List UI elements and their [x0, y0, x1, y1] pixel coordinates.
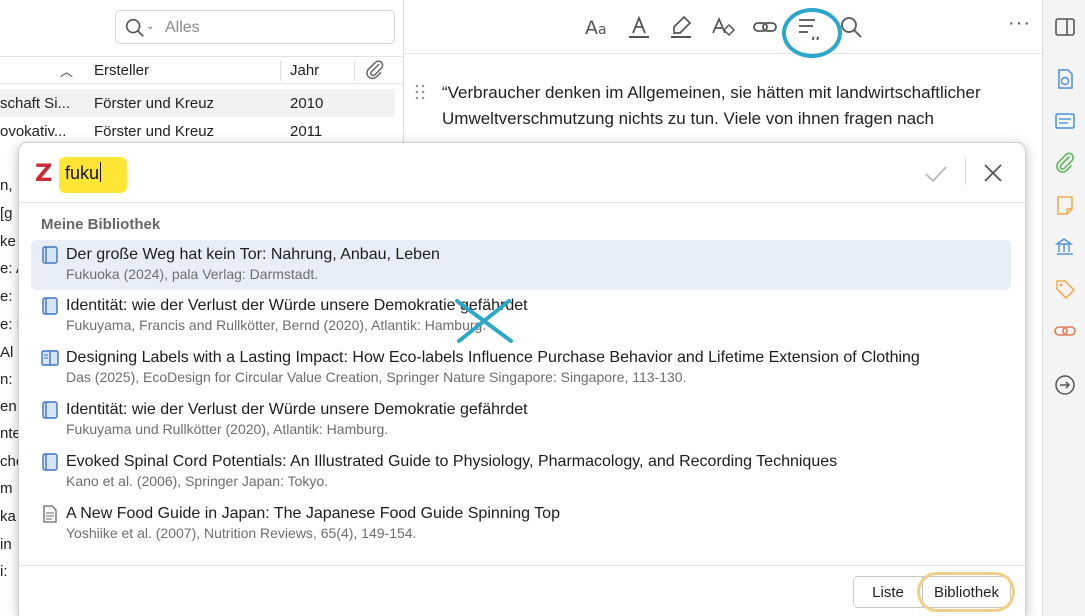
result-title: Designing Labels with a Lasting Impact: … [66, 349, 920, 366]
checkmark-icon[interactable] [923, 161, 949, 187]
svg-text:a: a [598, 22, 607, 38]
text-color-icon[interactable] [626, 14, 652, 40]
text-format-icon[interactable]: Aa [584, 14, 610, 40]
clear-format-icon[interactable] [710, 14, 736, 40]
result-item[interactable]: Designing Labels with a Lasting Impact: … [31, 343, 1011, 393]
result-item[interactable]: Der große Weg hat kein Tor: Nahrung, Anb… [31, 240, 1011, 290]
sort-ascending-icon[interactable]: ︿ [60, 61, 73, 80]
zotero-logo: Z [35, 159, 53, 187]
row-title-stub: Al [0, 344, 14, 361]
citation-dialog: Z fuku Meine Bibliothek Der große Weg ha… [18, 142, 1026, 616]
book-icon [42, 246, 58, 264]
result-item[interactable]: Identität: wie der Verlust der Würde uns… [31, 291, 1011, 341]
chevron-down-icon[interactable]: ⌄ [146, 21, 154, 32]
column-header: ︿ Ersteller Jahr [0, 56, 403, 84]
editor-toolbar: Aa ,, ··· [404, 0, 1042, 58]
more-options-icon[interactable]: ··· [1008, 13, 1031, 33]
row-title-stub: en [0, 398, 17, 415]
journal-article-icon [43, 505, 57, 523]
row-title-stub: n: [0, 371, 13, 388]
table-row[interactable]: schaft Si... Förster und Kreuz 2010 [0, 89, 395, 117]
paperclip-icon[interactable] [364, 59, 386, 81]
row-title-stub: i: [0, 563, 8, 580]
result-details: Yoshiike et al. (2007), Nutrition Review… [66, 525, 417, 541]
row-creator: Förster und Kreuz [94, 95, 215, 112]
result-details: Fukuoka (2024), pala Verlag: Darmstadt. [66, 266, 319, 282]
row-title-stub: ke [0, 233, 16, 250]
results-list: Meine Bibliothek Der große Weg hat kein … [19, 203, 1025, 565]
result-title: Identität: wie der Verlust der Würde uns… [66, 401, 528, 418]
row-creator: Förster und Kreuz [94, 123, 215, 140]
note-line: “Verbraucher denken im Allgemeinen, sie … [442, 83, 981, 102]
result-item[interactable]: Identität: wie der Verlust der Würde uns… [31, 395, 1011, 445]
search-placeholder: Alles [165, 19, 200, 36]
library-search[interactable]: ⌄ Alles [115, 10, 395, 44]
dialog-footer: Liste Bibliothek [19, 565, 1025, 616]
highlight-icon[interactable] [668, 14, 694, 40]
row-year: 2010 [290, 95, 324, 112]
locate-icon[interactable] [1054, 374, 1076, 396]
column-divider[interactable] [280, 61, 281, 81]
annotation-cross [455, 299, 513, 343]
dialog-header: Z fuku [19, 143, 1025, 203]
close-icon[interactable] [981, 161, 1005, 185]
result-title: Der große Weg hat kein Tor: Nahrung, Anb… [66, 246, 440, 263]
drag-handle-icon[interactable] [414, 84, 426, 100]
book-icon [42, 401, 58, 419]
table-row[interactable]: ovokativ... Förster und Kreuz 2011 [0, 117, 395, 145]
libraries-collections-icon[interactable] [1054, 236, 1076, 258]
result-title: A New Food Guide in Japan: The Japanese … [66, 505, 560, 522]
row-title: ovokativ... [0, 123, 67, 140]
row-title: schaft Si... [0, 95, 71, 112]
link-icon[interactable] [752, 14, 778, 40]
item-pane-sidebar [1042, 0, 1085, 616]
column-divider[interactable] [354, 61, 355, 81]
result-details: Fukuyama, Francis and Rullkötter, Bernd … [66, 317, 487, 333]
header-divider [965, 157, 966, 185]
note-line: Umweltverschmutzung nichts zu tun. Viele… [442, 109, 935, 128]
row-year: 2011 [290, 123, 323, 140]
result-item[interactable]: Evoked Spinal Cord Potentials: An Illust… [31, 447, 1011, 497]
row-title-stub: in [0, 536, 12, 553]
tags-icon[interactable] [1054, 278, 1076, 300]
citation-search-input[interactable]: fuku [65, 162, 101, 184]
annotation-circle [782, 8, 842, 58]
book-section-icon [41, 350, 59, 366]
notes-icon[interactable] [1054, 194, 1076, 216]
related-icon[interactable] [1054, 320, 1076, 342]
book-icon [42, 297, 58, 315]
result-details: Kano et al. (2006), Springer Japan: Toky… [66, 473, 329, 489]
library-mode-button[interactable]: Bibliothek [923, 576, 1011, 608]
book-icon [42, 453, 58, 471]
toggle-pane-icon[interactable] [1054, 16, 1076, 38]
abstract-icon[interactable] [1054, 110, 1076, 132]
result-details: Fukuyama und Rullkötter (2020), Atlantik… [66, 421, 389, 437]
info-icon[interactable] [1054, 68, 1076, 90]
result-details: Das (2025), EcoDesign for Circular Value… [66, 369, 687, 385]
row-title-stub: e: [0, 288, 13, 305]
column-creator[interactable]: Ersteller [94, 62, 149, 79]
result-title: Evoked Spinal Cord Potentials: An Illust… [66, 453, 838, 470]
row-title-stub: [g [0, 205, 13, 222]
list-mode-button[interactable]: Liste [853, 576, 923, 608]
row-title-stub: m [0, 480, 13, 497]
note-body[interactable]: “Verbraucher denken im Allgemeinen, sie … [442, 80, 1022, 132]
result-item[interactable]: A New Food Guide in Japan: The Japanese … [31, 499, 1011, 549]
attachments-icon[interactable] [1054, 152, 1076, 174]
column-year[interactable]: Jahr [290, 62, 319, 79]
svg-text:A: A [585, 17, 598, 39]
row-title-stub: ka [0, 508, 16, 525]
group-label: Meine Bibliothek [41, 216, 161, 233]
row-title-stub: n, [0, 177, 13, 194]
find-icon[interactable] [838, 14, 864, 40]
search-icon [125, 18, 144, 37]
